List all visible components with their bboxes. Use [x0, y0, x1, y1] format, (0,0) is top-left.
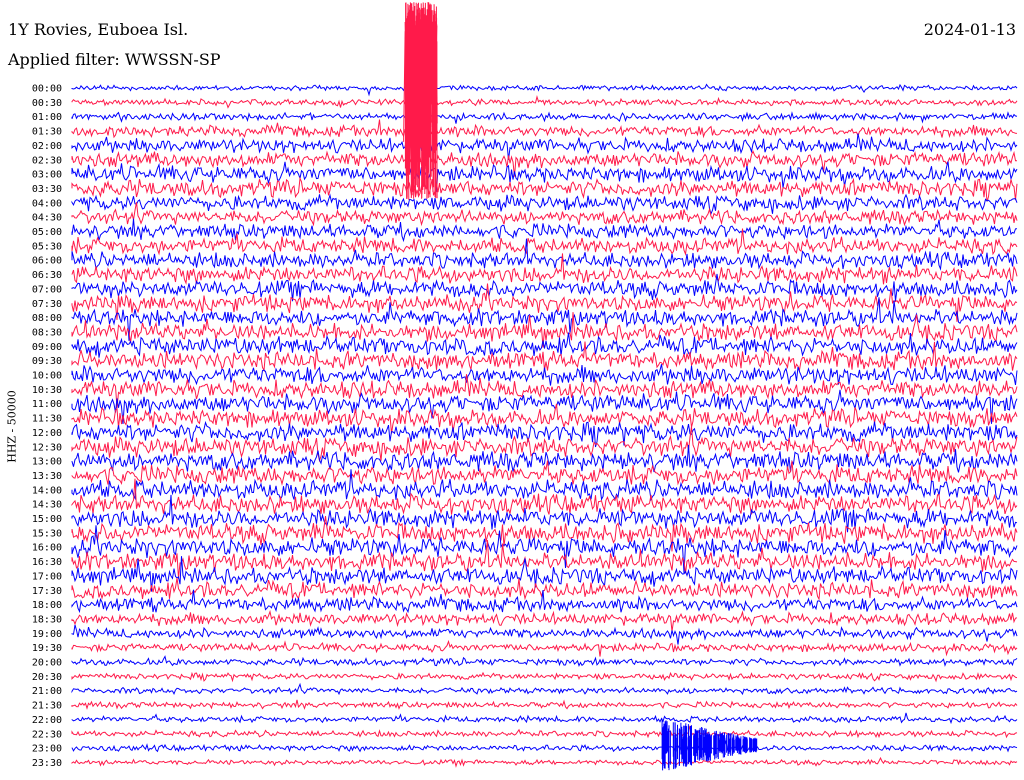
- time-tick-label: 07:00: [32, 284, 62, 295]
- time-tick-label: 16:30: [32, 557, 62, 568]
- trace-row: [71, 238, 1018, 271]
- time-tick-label: 22:00: [32, 715, 62, 726]
- time-tick-label: 12:00: [32, 428, 62, 439]
- time-tick-label: 08:30: [32, 327, 62, 338]
- time-tick-label: 05:00: [32, 227, 62, 238]
- time-tick-label: 04:30: [32, 213, 62, 224]
- trace-row: [71, 740, 1018, 753]
- time-tick-label: 13:00: [32, 457, 62, 468]
- time-tick-label: 17:30: [32, 586, 62, 597]
- time-tick-label: 11:30: [32, 414, 62, 425]
- time-tick-label: 01:00: [32, 112, 62, 123]
- time-label-group: 00:00 00:30 01:00 01:30 02:00 02:30 03:00 03:30…: [32, 84, 62, 769]
- time-tick-label: 13:30: [32, 471, 62, 482]
- time-tick-label: 14:30: [32, 500, 62, 511]
- time-tick-label: 23:00: [32, 744, 62, 755]
- time-tick-label: 02:30: [32, 155, 62, 166]
- trace-row: [71, 655, 1018, 667]
- time-tick-label: 03:00: [32, 170, 62, 181]
- time-tick-label: 07:30: [32, 299, 62, 310]
- trace-row: [71, 426, 1018, 463]
- trace-row: [71, 150, 1017, 177]
- trace-row: [71, 699, 1018, 710]
- time-tick-label: 19:00: [32, 629, 62, 640]
- time-tick-label: 00:30: [32, 98, 62, 109]
- trace-row: [71, 133, 1018, 160]
- trace-row: [71, 332, 1018, 358]
- time-tick-label: 16:00: [32, 543, 62, 554]
- time-tick-label: 19:30: [32, 643, 62, 654]
- trace-row: [71, 218, 1018, 243]
- time-tick-label: 17:00: [32, 571, 62, 582]
- time-tick-label: 20:00: [32, 658, 62, 669]
- trace-row: [71, 95, 1018, 109]
- trace-row: [71, 682, 1018, 696]
- time-tick-label: 15:00: [32, 514, 62, 525]
- trace-group: [71, 2, 1018, 771]
- trace-row: [71, 609, 1018, 632]
- time-tick-label: 15:30: [32, 528, 62, 539]
- trace-row: [71, 725, 1018, 739]
- trace-row: [71, 83, 1018, 97]
- trace-row: [71, 460, 1018, 486]
- trace-row: [71, 712, 1018, 725]
- trace-row: [71, 516, 1018, 552]
- trace-row: [71, 756, 1018, 768]
- time-tick-label: 12:30: [32, 442, 62, 453]
- time-tick-label: 10:00: [32, 371, 62, 382]
- time-tick-label: 04:00: [32, 198, 62, 209]
- time-tick-label: 03:30: [32, 184, 62, 195]
- trace-row: [71, 589, 1018, 614]
- time-tick-label: 22:30: [32, 729, 62, 740]
- time-tick-label: 14:00: [32, 485, 62, 496]
- trace-row: [71, 671, 1018, 683]
- trace-row: [71, 624, 1018, 645]
- trace-row: [71, 119, 1018, 139]
- time-tick-label: 11:00: [32, 399, 62, 410]
- trace-row: [71, 111, 1018, 124]
- time-tick-label: 23:30: [32, 758, 62, 769]
- trace-row: [71, 578, 1018, 601]
- time-tick-label: 21:30: [32, 701, 62, 712]
- time-tick-label: 06:30: [32, 270, 62, 281]
- time-tick-label: 05:30: [32, 241, 62, 252]
- time-tick-label: 18:30: [32, 614, 62, 625]
- time-tick-label: 18:00: [32, 600, 62, 611]
- helicorder-plot: 00:00 00:30 01:00 01:30 02:00 02:30 03:00 03:30…: [32, 2, 1018, 771]
- time-tick-label: 09:00: [32, 342, 62, 353]
- time-tick-label: 00:00: [32, 84, 62, 95]
- trace-row: [71, 193, 1018, 216]
- time-tick-label: 08:00: [32, 313, 62, 324]
- time-tick-label: 21:00: [32, 686, 62, 697]
- time-tick-label: 01:30: [32, 127, 62, 138]
- time-tick-label: 10:30: [32, 385, 62, 396]
- time-tick-label: 09:30: [32, 356, 62, 367]
- trace-row: [71, 478, 1018, 516]
- time-tick-label: 20:30: [32, 672, 62, 683]
- trace-row: [71, 639, 1018, 657]
- time-tick-label: 02:00: [32, 141, 62, 152]
- time-tick-label: 06:00: [32, 256, 62, 267]
